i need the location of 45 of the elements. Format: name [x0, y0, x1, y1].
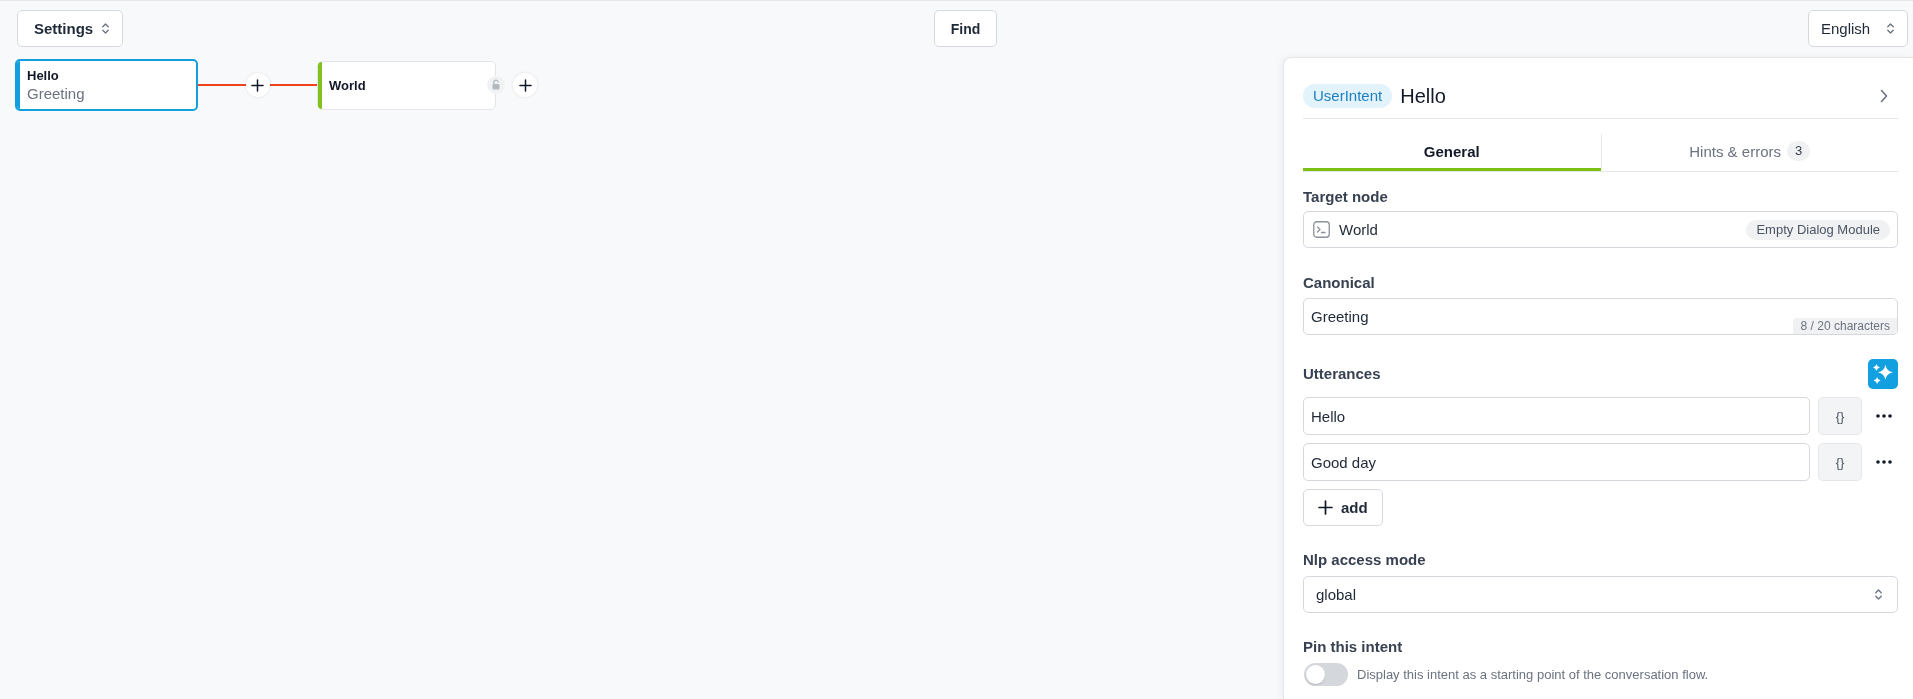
plus-icon — [518, 78, 532, 92]
plus-icon — [1318, 500, 1333, 515]
settings-select[interactable]: Settings — [17, 10, 123, 47]
panel-title: Hello — [1400, 84, 1446, 108]
tab-label: General — [1423, 142, 1480, 160]
toggle-description: Display this intent as a starting point of the conversation flow. — [1357, 667, 1709, 682]
tab-label: Hints & errors — [1689, 142, 1781, 160]
variables-button[interactable]: {} — [1818, 397, 1862, 435]
language-select[interactable]: English — [1808, 10, 1908, 47]
utterance-field[interactable]: Good day — [1303, 443, 1810, 481]
add-node-button[interactable] — [245, 73, 270, 97]
type-badge: UserIntent — [1303, 84, 1393, 108]
node-title: World — [329, 76, 367, 94]
chevron-up-down-icon — [101, 21, 110, 36]
pin-toggle[interactable] — [1304, 663, 1348, 686]
add-utterance-button[interactable]: add — [1303, 489, 1383, 526]
count-badge: 3 — [1786, 141, 1811, 161]
target-node-field[interactable]: World Empty Dialog Module — [1303, 211, 1898, 248]
field-label: Pin this intent — [1303, 637, 1404, 657]
node-subtitle: Greeting — [27, 84, 86, 103]
sparkle-button[interactable] — [1868, 359, 1898, 389]
flow-node[interactable]: World — [317, 60, 496, 110]
node-title: Hello — [27, 67, 60, 84]
sparkle-icon — [1873, 364, 1893, 384]
target-node-name: World — [1339, 221, 1379, 238]
chevron-right-icon — [1880, 89, 1888, 103]
find-button[interactable]: Find — [934, 10, 997, 47]
node-type-tag: Empty Dialog Module — [1746, 219, 1890, 240]
variables-button[interactable]: {} — [1818, 443, 1862, 481]
utterance-field[interactable]: Hello — [1303, 397, 1810, 435]
field-label: Canonical — [1303, 273, 1376, 293]
field-label: Utterances — [1303, 364, 1381, 384]
flow-node[interactable]: Hello Greeting — [15, 59, 198, 111]
chevron-button[interactable] — [1880, 89, 1888, 103]
field-label: Nlp access mode — [1303, 550, 1427, 570]
plus-icon — [251, 78, 264, 92]
character-counter: 8 / 20 characters — [1792, 318, 1897, 334]
nlp-access-mode-select[interactable]: global — [1303, 576, 1898, 613]
field-label: Target node — [1303, 187, 1389, 207]
chevron-up-down-icon — [1886, 21, 1895, 36]
terminal-icon — [1313, 221, 1330, 238]
chevron-up-down-icon — [1874, 587, 1883, 602]
more-icon — [1876, 414, 1892, 418]
more-icon — [1876, 460, 1892, 464]
add-node-button[interactable] — [513, 73, 537, 97]
